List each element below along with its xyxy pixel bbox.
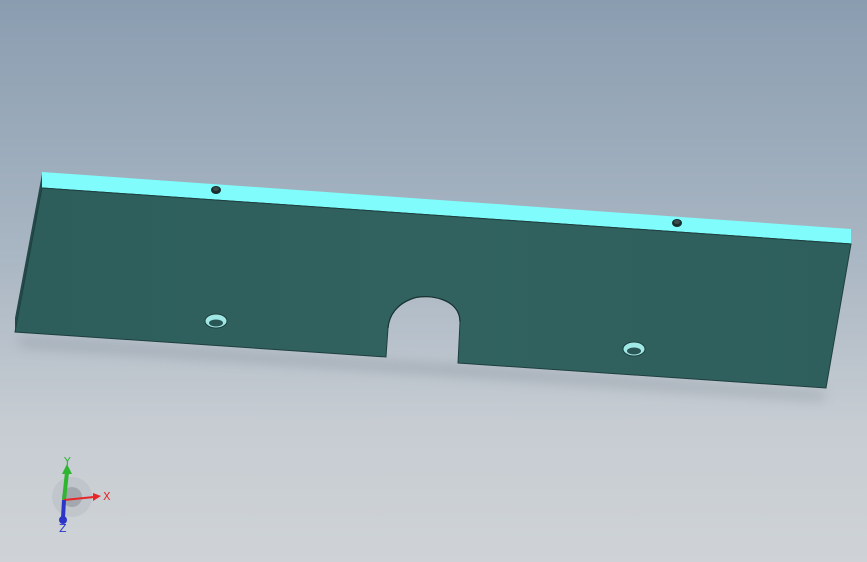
front-hole-right [622,341,646,357]
z-axis [61,499,66,519]
x-axis-label: X [103,490,111,503]
top-hole-left [211,186,221,194]
z-axis-label: Z [59,522,67,535]
part-model[interactable] [0,0,867,562]
y-axis-label: Y [63,455,71,468]
x-axis-arrow-icon [93,493,101,501]
coordinate-triad: Y X Z [52,455,111,535]
plate-front-face [14,187,852,389]
top-hole-right [672,219,682,227]
graphics-viewport[interactable]: Y X Z [0,0,867,562]
front-hole-left [204,313,228,329]
